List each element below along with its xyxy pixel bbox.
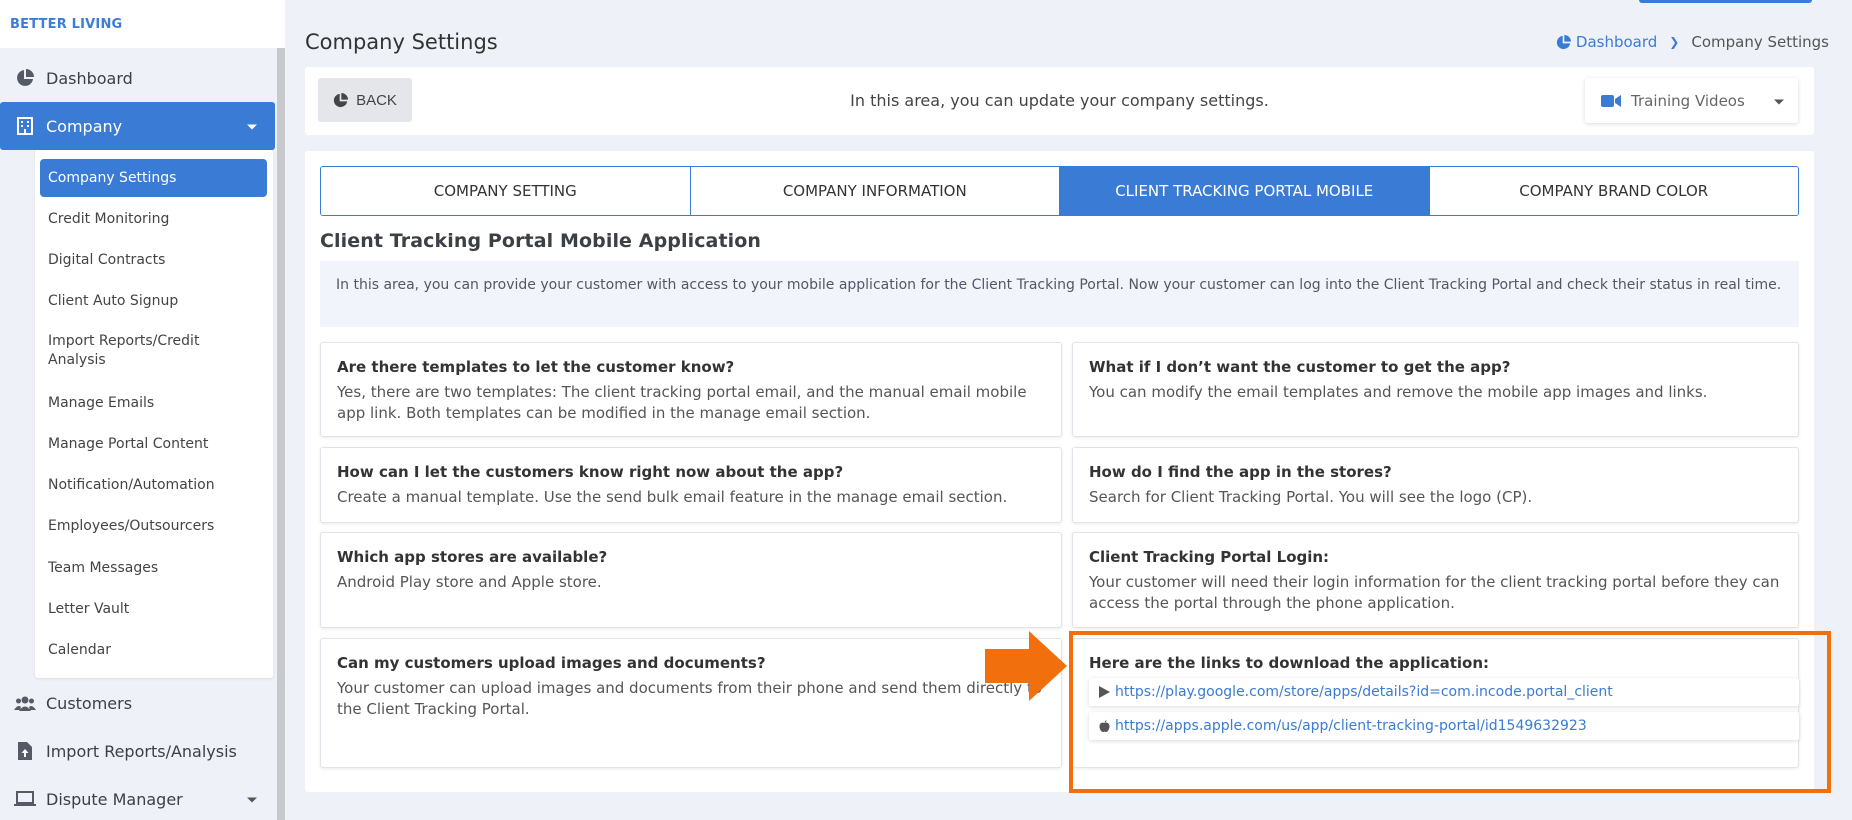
- submenu-item-company-settings[interactable]: Company Settings: [40, 159, 267, 197]
- tab-company-setting[interactable]: COMPANY SETTING: [321, 167, 691, 215]
- faq-answer: You can modify the email templates and r…: [1089, 383, 1708, 401]
- faq-question: How can I let the customers know right n…: [337, 463, 844, 481]
- users-icon: [14, 692, 36, 714]
- file-upload-icon: [14, 740, 36, 762]
- faq-card-no-app: What if I don’t want the customer to get…: [1072, 342, 1799, 437]
- submenu-item-client-auto-signup[interactable]: Client Auto Signup: [40, 292, 267, 311]
- faq-answer: Your customer can upload images and docu…: [337, 679, 1042, 718]
- breadcrumb-current: Company Settings: [1691, 33, 1829, 51]
- faq-question: Can my customers upload images and docum…: [337, 654, 766, 672]
- faq-question: Client Tracking Portal Login:: [1089, 548, 1330, 566]
- submenu-item-manage-portal-content[interactable]: Manage Portal Content: [40, 435, 267, 454]
- video-camera-icon: [1601, 94, 1621, 108]
- sidebar-item-label: Customers: [46, 693, 133, 713]
- chevron-right-icon: ❯: [1669, 35, 1680, 49]
- sidebar-item-label: Dashboard: [46, 68, 133, 88]
- chevron-down-icon: [247, 124, 257, 130]
- submenu-item-letter-vault[interactable]: Letter Vault: [40, 600, 267, 619]
- submenu-item-employees-outsourcers[interactable]: Employees/Outsourcers: [40, 517, 267, 536]
- training-videos-dropdown[interactable]: Training Videos: [1585, 78, 1798, 123]
- tab-company-brand-color[interactable]: COMPANY BRAND COLOR: [1429, 167, 1798, 215]
- submenu-item-team-messages[interactable]: Team Messages: [40, 559, 267, 578]
- tab-company-information[interactable]: COMPANY INFORMATION: [690, 167, 1060, 215]
- sidebar: BETTER LIVING Dashboard Company Company …: [0, 0, 285, 820]
- building-icon: [14, 115, 36, 137]
- sidebar-item-label: Company: [46, 116, 123, 136]
- sidebar-item-label: Import Reports/Analysis: [46, 741, 237, 761]
- arrow-right-icon: [985, 631, 1067, 701]
- submenu-item-manage-emails[interactable]: Manage Emails: [40, 394, 267, 413]
- laptop-icon: [14, 788, 36, 810]
- breadcrumb-home-label: Dashboard: [1575, 33, 1658, 51]
- breadcrumb: Dashboard ❯ Company Settings: [1556, 33, 1829, 51]
- sidebar-item-dashboard[interactable]: Dashboard: [0, 54, 275, 102]
- info-banner: In this area, you can provide your custo…: [320, 261, 1799, 327]
- chevron-down-icon: [1774, 99, 1784, 104]
- submenu-item-calendar[interactable]: Calendar: [40, 641, 267, 660]
- pie-chart-icon: [1556, 34, 1571, 49]
- tab-client-tracking-portal-mobile[interactable]: CLIENT TRACKING PORTAL MOBILE: [1060, 167, 1430, 215]
- sidebar-scrollbar[interactable]: [277, 48, 285, 820]
- submenu-item-digital-contracts[interactable]: Digital Contracts: [40, 251, 267, 270]
- training-videos-label: Training Videos: [1631, 91, 1745, 110]
- sidebar-item-customers[interactable]: Customers: [0, 679, 275, 727]
- page-title: Company Settings: [305, 30, 498, 54]
- settings-tabs: COMPANY SETTING COMPANY INFORMATION CLIE…: [320, 166, 1799, 216]
- faq-answer: Search for Client Tracking Portal. You w…: [1089, 488, 1533, 506]
- faq-question: Which app stores are available?: [337, 548, 608, 566]
- faq-question: How do I find the app in the stores?: [1089, 463, 1392, 481]
- brand-logo[interactable]: BETTER LIVING: [0, 0, 285, 48]
- faq-question: What if I don’t want the customer to get…: [1089, 358, 1511, 376]
- submenu-item-credit-monitoring[interactable]: Credit Monitoring: [40, 210, 267, 229]
- topbar: BACK In this area, you can update your c…: [305, 67, 1814, 135]
- sidebar-item-company[interactable]: Company: [0, 102, 275, 150]
- faq-answer: Create a manual template. Use the send b…: [337, 488, 1008, 506]
- pie-chart-icon: [14, 67, 36, 89]
- chevron-down-icon: [247, 797, 257, 803]
- sidebar-item-import-reports[interactable]: Import Reports/Analysis: [0, 727, 275, 775]
- faq-card-notify: How can I let the customers know right n…: [320, 447, 1062, 523]
- faq-question: Are there templates to let the customer …: [337, 358, 735, 376]
- top-accent-bar: [1639, 0, 1812, 3]
- faq-card-upload: Can my customers upload images and docum…: [320, 638, 1062, 768]
- faq-card-login: Client Tracking Portal Login: Your custo…: [1072, 532, 1799, 628]
- faq-answer: Android Play store and Apple store.: [337, 573, 602, 591]
- faq-card-app-stores: Which app stores are available? Android …: [320, 532, 1062, 628]
- sidebar-item-label: Dispute Manager: [46, 789, 183, 809]
- faq-answer: Yes, there are two templates: The client…: [337, 383, 1027, 422]
- sidebar-item-dispute-manager[interactable]: Dispute Manager: [0, 775, 275, 820]
- faq-card-find-app: How do I find the app in the stores? Sea…: [1072, 447, 1799, 523]
- breadcrumb-home[interactable]: Dashboard: [1556, 33, 1657, 51]
- highlight-box: [1069, 631, 1831, 793]
- faq-answer: Your customer will need their login info…: [1089, 573, 1780, 612]
- faq-card-templates: Are there templates to let the customer …: [320, 342, 1062, 437]
- section-title: Client Tracking Portal Mobile Applicatio…: [320, 230, 762, 252]
- submenu-item-notification-automation[interactable]: Notification/Automation: [40, 476, 267, 495]
- company-submenu: Company Settings Credit Monitoring Digit…: [35, 150, 273, 678]
- submenu-item-import-reports[interactable]: Import Reports/Credit Analysis: [40, 332, 220, 370]
